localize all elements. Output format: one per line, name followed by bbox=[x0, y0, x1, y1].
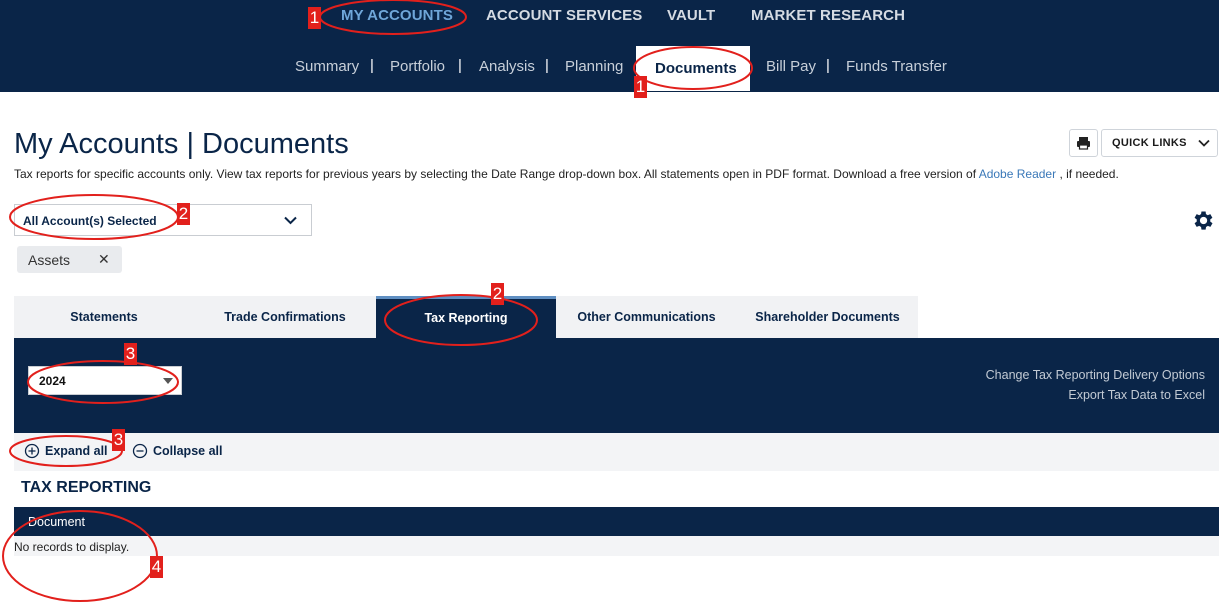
tab-tax-reporting[interactable]: Tax Reporting bbox=[376, 296, 556, 338]
tab-statements[interactable]: Statements bbox=[14, 296, 194, 338]
subnav-separator: | bbox=[826, 57, 830, 74]
page-description: Tax reports for specific accounts only. … bbox=[14, 167, 1119, 181]
chip-label: Assets bbox=[28, 252, 71, 268]
annotation-number: 3 bbox=[112, 429, 125, 451]
subnav-separator: | bbox=[458, 57, 462, 74]
quick-links-dropdown[interactable]: QUICK LINKS bbox=[1101, 129, 1218, 157]
empty-message: No records to display. bbox=[14, 540, 130, 554]
tab-label: Other Communications bbox=[577, 310, 716, 324]
page-title: My Accounts | Documents bbox=[14, 128, 349, 160]
tab-other-communications[interactable]: Other Communications bbox=[556, 296, 737, 338]
account-select-value: All Account(s) Selected bbox=[23, 214, 157, 228]
expand-all-label: Expand all bbox=[45, 444, 108, 458]
nav-market-research[interactable]: MARKET RESEARCH bbox=[751, 7, 905, 24]
empty-table-row: No records to display. bbox=[14, 536, 1219, 556]
subnav-separator: | bbox=[545, 57, 549, 74]
subnav-documents[interactable]: Documents bbox=[636, 43, 750, 91]
tab-label: Shareholder Documents bbox=[755, 310, 900, 324]
export-tax-data-link[interactable]: Export Tax Data to Excel bbox=[1068, 388, 1205, 402]
chevron-down-icon bbox=[1198, 139, 1210, 147]
account-select[interactable]: All Account(s) Selected bbox=[14, 204, 312, 236]
filter-chip-assets: Assets ✕ bbox=[17, 246, 122, 273]
section-title: TAX REPORTING bbox=[21, 479, 152, 496]
print-button[interactable] bbox=[1069, 129, 1098, 157]
year-select-value: 2024 bbox=[39, 374, 66, 388]
year-select[interactable]: 2024 bbox=[28, 366, 182, 395]
table-header: Document bbox=[14, 507, 1219, 536]
annotation-number: 2 bbox=[177, 203, 190, 225]
annotation-number: 4 bbox=[150, 556, 163, 578]
printer-icon bbox=[1077, 137, 1090, 150]
document-tabs: Statements Trade Confirmations Tax Repor… bbox=[14, 296, 918, 338]
sub-nav: Summary | Portfolio | Analysis | Plannin… bbox=[0, 43, 1219, 91]
annotation-number: 1 bbox=[634, 76, 647, 98]
annotation-number: 3 bbox=[124, 343, 137, 365]
tab-trade-confirmations[interactable]: Trade Confirmations bbox=[194, 296, 376, 338]
quick-links-label: QUICK LINKS bbox=[1112, 137, 1187, 149]
tab-label: Tax Reporting bbox=[424, 311, 508, 325]
collapse-all-label: Collapse all bbox=[153, 444, 223, 458]
subnav-funds-transfer[interactable]: Funds Transfer bbox=[846, 58, 947, 75]
description-text: Tax reports for specific accounts only. … bbox=[14, 167, 977, 181]
subnav-separator: | bbox=[370, 57, 374, 74]
nav-vault[interactable]: VAULT bbox=[667, 7, 715, 24]
tab-shareholder-documents[interactable]: Shareholder Documents bbox=[737, 296, 918, 338]
tax-filter-panel: 2024 Change Tax Reporting Delivery Optio… bbox=[14, 338, 1219, 433]
description-suffix: , if needed. bbox=[1059, 167, 1119, 181]
subnav-summary[interactable]: Summary bbox=[295, 58, 359, 75]
subnav-analysis[interactable]: Analysis bbox=[479, 58, 535, 75]
close-icon[interactable]: ✕ bbox=[98, 251, 110, 268]
minus-circle-icon bbox=[132, 443, 148, 459]
column-header-document[interactable]: Document bbox=[28, 515, 85, 529]
tab-label: Statements bbox=[70, 310, 138, 324]
tab-label: Trade Confirmations bbox=[224, 310, 346, 324]
main-nav: MY ACCOUNTS ACCOUNT SERVICES VAULT MARKE… bbox=[0, 7, 1219, 29]
nav-account-services[interactable]: ACCOUNT SERVICES bbox=[486, 7, 642, 24]
subnav-planning[interactable]: Planning bbox=[565, 58, 623, 75]
annotation-number: 1 bbox=[308, 7, 321, 29]
change-delivery-options-link[interactable]: Change Tax Reporting Delivery Options bbox=[986, 368, 1205, 382]
plus-circle-icon bbox=[24, 443, 40, 459]
gear-icon[interactable] bbox=[1190, 208, 1215, 233]
top-navigation: MY ACCOUNTS ACCOUNT SERVICES VAULT MARKE… bbox=[0, 0, 1219, 92]
expand-collapse-bar: Expand all Collapse all bbox=[14, 433, 1219, 471]
nav-my-accounts[interactable]: MY ACCOUNTS bbox=[341, 7, 453, 24]
subnav-bill-pay[interactable]: Bill Pay bbox=[766, 58, 816, 75]
chevron-down-icon bbox=[284, 216, 297, 225]
subnav-portfolio[interactable]: Portfolio bbox=[390, 58, 445, 75]
caret-down-icon bbox=[163, 378, 173, 384]
subnav-documents-label: Documents bbox=[655, 60, 737, 77]
annotation-number: 2 bbox=[491, 283, 504, 305]
adobe-reader-link[interactable]: Adobe Reader bbox=[979, 167, 1056, 181]
